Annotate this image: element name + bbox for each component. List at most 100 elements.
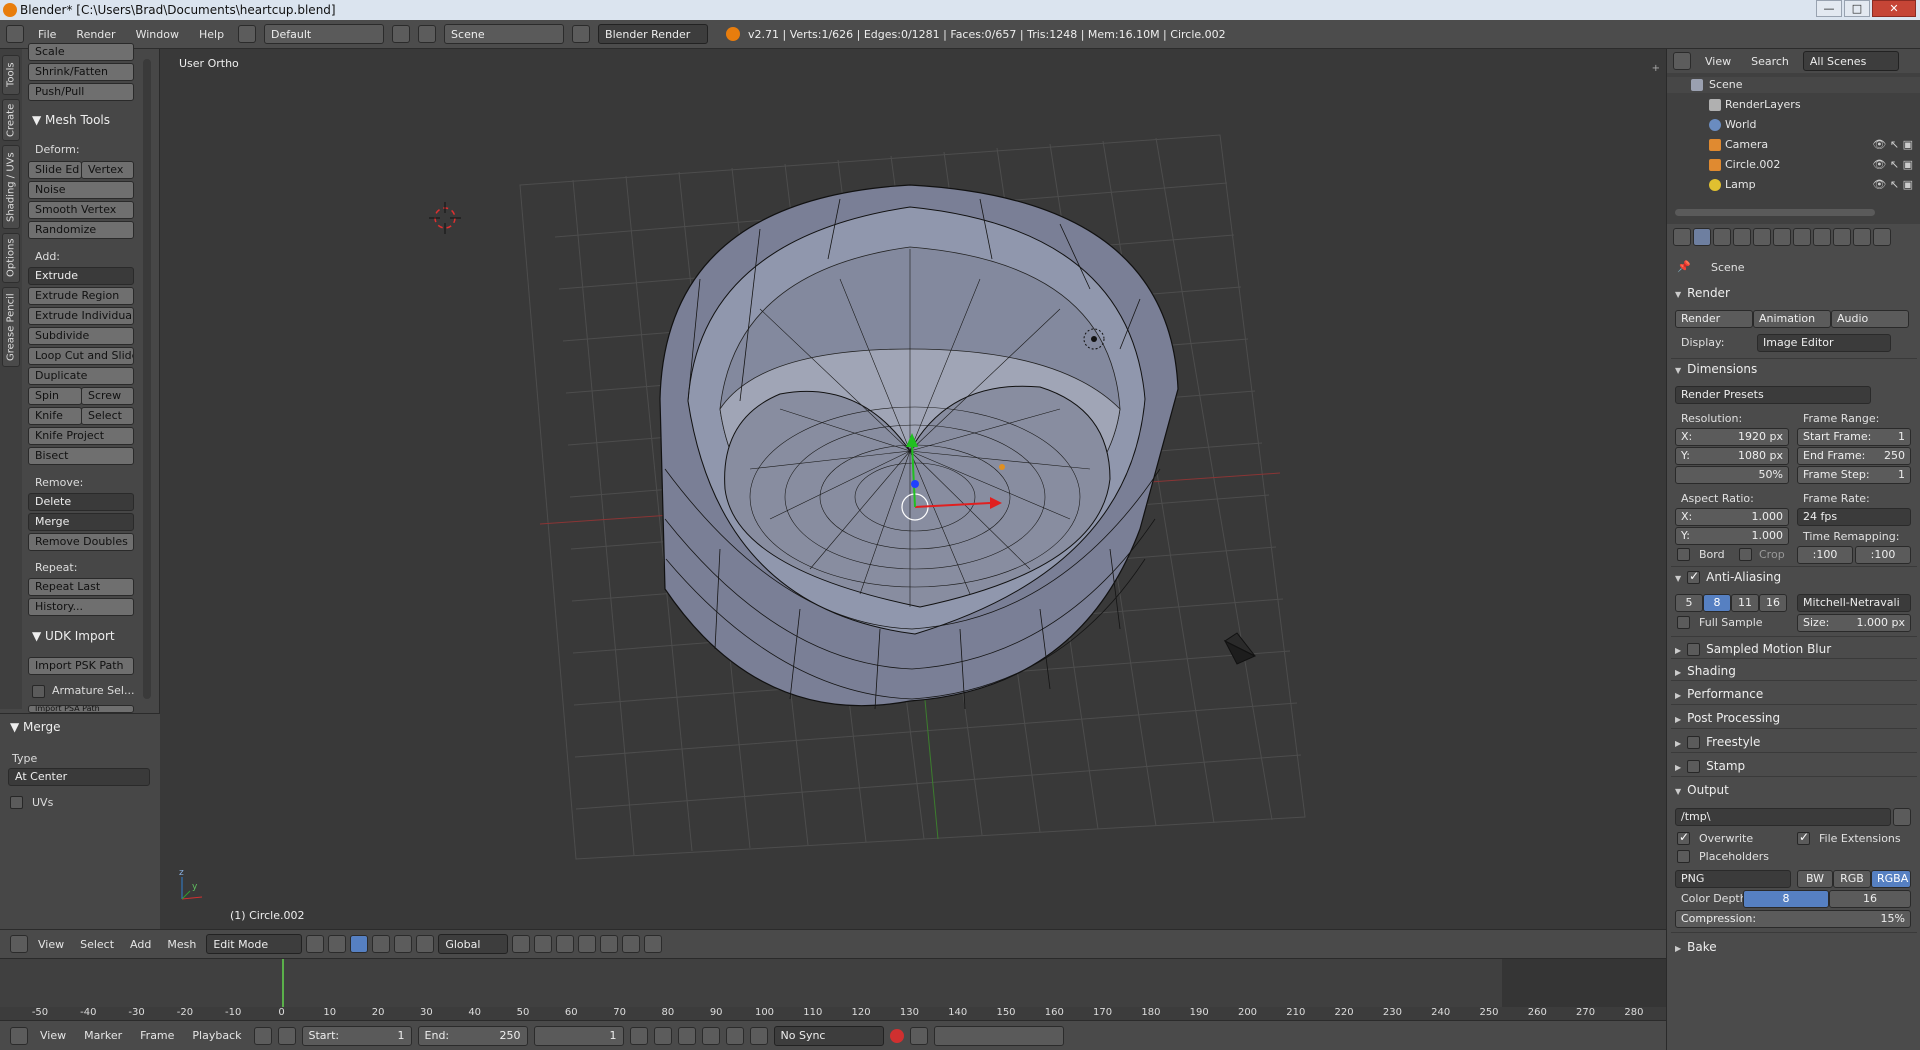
anti-aliasing-panel-header[interactable]: Anti-Aliasing [1675, 569, 1781, 584]
import-psa-button[interactable]: Import PSA Path [28, 705, 134, 713]
frame-step-field[interactable]: Frame Step: 1 [1797, 466, 1911, 484]
bisect-button[interactable]: Bisect [28, 447, 134, 465]
proportional-edit-icon[interactable] [600, 935, 619, 953]
subdivide-button[interactable]: Subdivide [28, 327, 134, 345]
visibility-eye-icon[interactable]: 👁 ↖ ▣ [1872, 157, 1913, 173]
knife-project-button[interactable]: Knife Project [28, 427, 134, 445]
menu-view[interactable]: View [34, 1029, 72, 1042]
shading-mode-icon[interactable] [306, 935, 325, 953]
armature-sel-checkbox[interactable] [32, 685, 45, 698]
operator-panel-header[interactable]: ▼ Merge [10, 720, 61, 734]
delete-menu[interactable]: Delete [28, 493, 134, 511]
outliner-row-camera[interactable]: Camera 👁 ↖ ▣ [1667, 137, 1920, 153]
scale-button[interactable]: Scale [28, 43, 134, 61]
crop-checkbox[interactable] [1739, 548, 1752, 561]
data-tab-icon[interactable] [1833, 228, 1851, 246]
add-layout-icon[interactable] [392, 25, 411, 43]
editor-type-icon[interactable] [1673, 52, 1691, 70]
maximize-button[interactable]: □ [1844, 0, 1870, 17]
editor-type-icon[interactable] [10, 935, 28, 953]
compression-slider[interactable]: Compression: 15% [1675, 910, 1911, 928]
push-pull-button[interactable]: Push/Pull [28, 83, 134, 101]
slide-edge-button[interactable]: Slide Ed [28, 161, 82, 179]
next-keyframe-icon[interactable] [725, 1026, 744, 1045]
outliner-row-lamp[interactable]: Lamp 👁 ↖ ▣ [1667, 177, 1920, 193]
display-select[interactable]: Image Editor [1757, 334, 1891, 352]
overwrite-checkbox[interactable] [1677, 830, 1690, 845]
aspect-y-field[interactable]: Y: 1.000 [1675, 527, 1789, 545]
render-tab-icon[interactable] [1693, 228, 1711, 246]
shrink-fatten-button[interactable]: Shrink/Fatten [28, 63, 134, 81]
record-icon[interactable] [889, 1028, 904, 1043]
randomize-button[interactable]: Randomize [28, 221, 134, 239]
menu-render[interactable]: Render [70, 28, 121, 41]
visibility-eye-icon[interactable]: 👁 ↖ ▣ [1872, 137, 1913, 153]
snap-icon[interactable] [622, 935, 641, 953]
extrude-individual-button[interactable]: Extrude Individual [28, 307, 134, 325]
mode-select[interactable]: Edit Mode [206, 934, 303, 954]
render-button[interactable]: Render [1675, 310, 1753, 328]
outliner-row-scene[interactable]: Scene [1667, 77, 1920, 93]
knife-select-button[interactable]: Select [81, 407, 134, 425]
aa-samples-8[interactable]: 8 [1703, 594, 1731, 612]
timeline[interactable]: -50 -40 -30 -20 -10 0 10 20 30 40 50 60 70 80 90 100 110… [0, 958, 1666, 1021]
render-panel-header[interactable]: Render [1675, 286, 1730, 300]
scale-icon[interactable] [416, 935, 435, 953]
output-path-field[interactable]: /tmp\ [1675, 808, 1891, 826]
knife-button[interactable]: Knife [28, 407, 82, 425]
aspect-x-field[interactable]: X: 1.000 [1675, 508, 1789, 526]
merge-menu[interactable]: Merge [28, 513, 134, 531]
menu-frame[interactable]: Frame [134, 1029, 180, 1042]
mesh-tools-header[interactable]: ▼ Mesh Tools [32, 113, 110, 127]
extrude-region-button[interactable]: Extrude Region [28, 287, 134, 305]
lock-icon[interactable] [277, 1026, 296, 1045]
tab-grease-pencil[interactable]: Grease Pencil [2, 287, 20, 367]
constraints-tab-icon[interactable] [1793, 228, 1811, 246]
tool-shelf-scrollbar[interactable] [143, 59, 151, 699]
vertex-select-icon[interactable] [534, 935, 553, 953]
border-checkbox[interactable] [1677, 548, 1690, 561]
keying-set-field[interactable] [933, 1025, 1064, 1046]
outliner-filter-select[interactable]: All Scenes [1802, 51, 1899, 71]
filter-size-field[interactable]: Size: 1.000 px [1797, 614, 1911, 632]
menu-file[interactable]: File [32, 28, 62, 41]
jump-start-icon[interactable] [629, 1026, 648, 1045]
uvs-checkbox[interactable] [10, 796, 23, 809]
close-button[interactable]: ✕ [1872, 0, 1916, 17]
animation-button[interactable]: Animation [1753, 310, 1831, 328]
menu-marker[interactable]: Marker [78, 1029, 128, 1042]
layers-icon[interactable] [512, 935, 531, 953]
remap-old-field[interactable]: :100 [1797, 546, 1853, 564]
vertex-slide-button[interactable]: Vertex [81, 161, 134, 179]
sync-select[interactable]: No Sync [773, 1025, 884, 1046]
pivot-point-icon[interactable] [328, 935, 347, 953]
color-depth-8[interactable]: 8 [1743, 890, 1829, 908]
outliner-search-menu[interactable]: Search [1745, 55, 1795, 68]
modifiers-tab-icon[interactable] [1813, 228, 1831, 246]
color-depth-16[interactable]: 16 [1829, 890, 1911, 908]
tab-shading-uvs[interactable]: Shading / UVs [2, 145, 20, 229]
smooth-vertex-button[interactable]: Smooth Vertex [28, 201, 134, 219]
outliner-row-world[interactable]: World [1667, 117, 1920, 133]
stamp-checkbox[interactable] [1687, 760, 1701, 773]
post-processing-panel-header[interactable]: Post Processing [1675, 711, 1780, 725]
motion-blur-panel-header[interactable]: Sampled Motion Blur [1675, 642, 1831, 656]
audio-button[interactable]: Audio [1831, 310, 1909, 328]
performance-panel-header[interactable]: Performance [1675, 687, 1763, 701]
material-tab-icon[interactable] [1853, 228, 1871, 246]
spin-button[interactable]: Spin [28, 387, 82, 405]
start-frame-field[interactable]: Start Frame: 1 [1797, 428, 1911, 446]
pin-icon[interactable]: 📌 [1677, 260, 1691, 273]
start-frame-field[interactable]: Start: 1 [301, 1025, 412, 1046]
aa-samples-16[interactable]: 16 [1759, 594, 1787, 612]
remap-new-field[interactable]: :100 [1855, 546, 1911, 564]
3d-viewport[interactable]: User Ortho z y (1) Circle.002 + [160, 49, 1666, 929]
render-layers-tab-icon[interactable] [1713, 228, 1731, 246]
orientation-select[interactable]: Global [438, 934, 509, 954]
file-format-select[interactable]: PNG [1675, 870, 1791, 888]
tab-options[interactable]: Options [2, 233, 20, 283]
aa-filter-select[interactable]: Mitchell-Netravali [1797, 594, 1911, 612]
play-icon[interactable] [701, 1026, 720, 1045]
jump-end-icon[interactable] [749, 1026, 768, 1045]
duplicate-button[interactable]: Duplicate [28, 367, 134, 385]
